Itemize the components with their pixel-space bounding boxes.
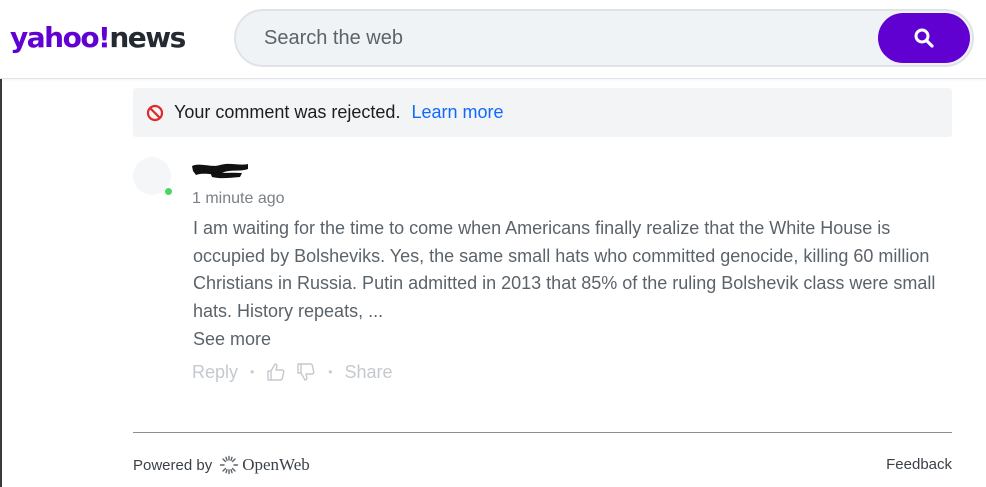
openweb-logo-icon xyxy=(219,455,239,475)
footer-divider xyxy=(133,432,952,433)
yahoo-news-logo[interactable]: yahoo!news xyxy=(10,18,186,58)
separator-dot: • xyxy=(250,365,255,379)
powered-by: Powered by OpenWeb xyxy=(133,455,310,475)
ban-icon xyxy=(146,104,164,122)
share-button[interactable]: Share xyxy=(344,362,392,383)
notice-message: Your comment was rejected. xyxy=(174,102,401,122)
logo-yahoo: yahoo! xyxy=(10,21,111,54)
see-more-link[interactable]: See more xyxy=(193,325,271,353)
openweb-name[interactable]: OpenWeb xyxy=(242,455,310,475)
feedback-link[interactable]: Feedback xyxy=(886,456,952,473)
online-status-dot xyxy=(164,187,173,196)
separator-dot: • xyxy=(328,365,333,379)
comment-text: I am waiting for the time to come when A… xyxy=(193,218,936,321)
learn-more-link[interactable]: Learn more xyxy=(411,102,503,123)
logo-news: news xyxy=(109,21,186,54)
top-bar: yahoo!news xyxy=(0,0,986,79)
search-input[interactable] xyxy=(264,11,864,65)
comment-actions: Reply • • Share xyxy=(192,359,392,385)
comment-timestamp: 1 minute ago xyxy=(192,190,285,207)
thumbs-down-icon[interactable] xyxy=(296,362,316,382)
comment-rejected-notice: Your comment was rejected. Learn more xyxy=(133,88,952,137)
search-button[interactable] xyxy=(878,13,970,63)
search-bar xyxy=(234,9,974,67)
thumbs-up-icon[interactable] xyxy=(266,362,286,382)
powered-by-label: Powered by xyxy=(133,456,213,474)
redacted-username xyxy=(190,160,250,182)
search-icon xyxy=(914,28,934,48)
reply-button[interactable]: Reply xyxy=(192,362,238,383)
